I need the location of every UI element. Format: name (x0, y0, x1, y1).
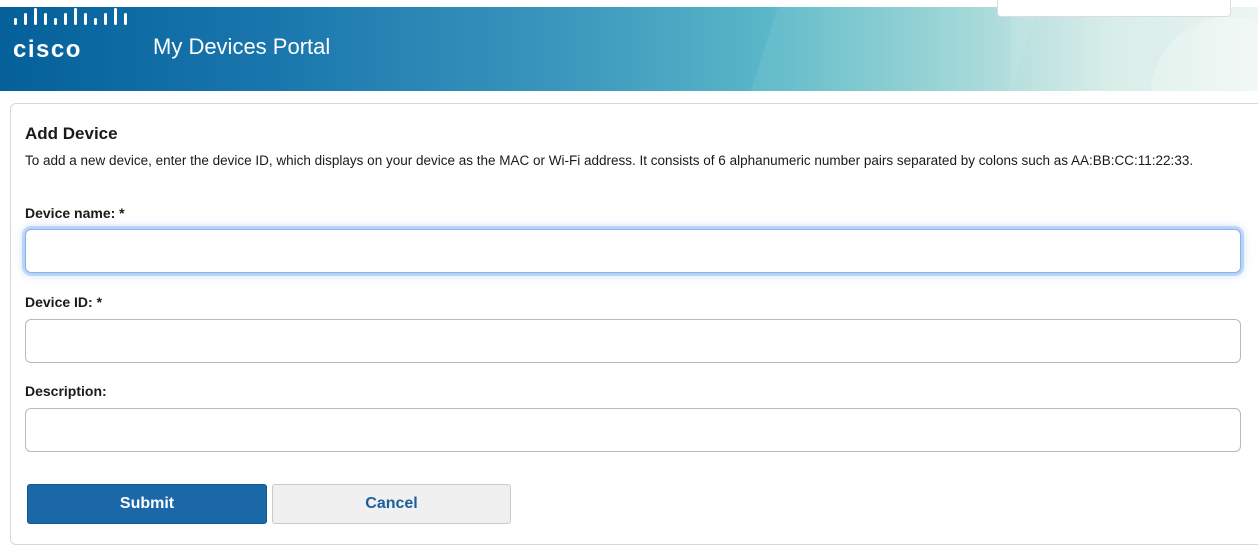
device-name-input[interactable] (25, 229, 1241, 273)
header-decoration (1010, 7, 1150, 91)
portal-title: My Devices Portal (153, 34, 331, 59)
description-input[interactable] (25, 408, 1241, 452)
cisco-logo: cisco (13, 8, 127, 63)
header-utility-box[interactable] (997, 0, 1231, 17)
header-decoration (732, 7, 1048, 91)
device-id-input[interactable] (25, 319, 1241, 363)
cisco-wordmark: cisco (13, 36, 82, 63)
description-label: Description: (25, 383, 107, 399)
intro-text: To add a new device, enter the device ID… (25, 153, 1194, 168)
section-title: Add Device (25, 124, 118, 143)
device-name-label: Device name: * (25, 205, 125, 221)
header-decoration (1150, 17, 1258, 91)
device-id-label: Device ID: * (25, 294, 103, 310)
submit-button[interactable]: Submit (27, 484, 267, 524)
cancel-button[interactable]: Cancel (272, 484, 511, 524)
portal-header: cisco My Devices Portal (0, 7, 1258, 91)
